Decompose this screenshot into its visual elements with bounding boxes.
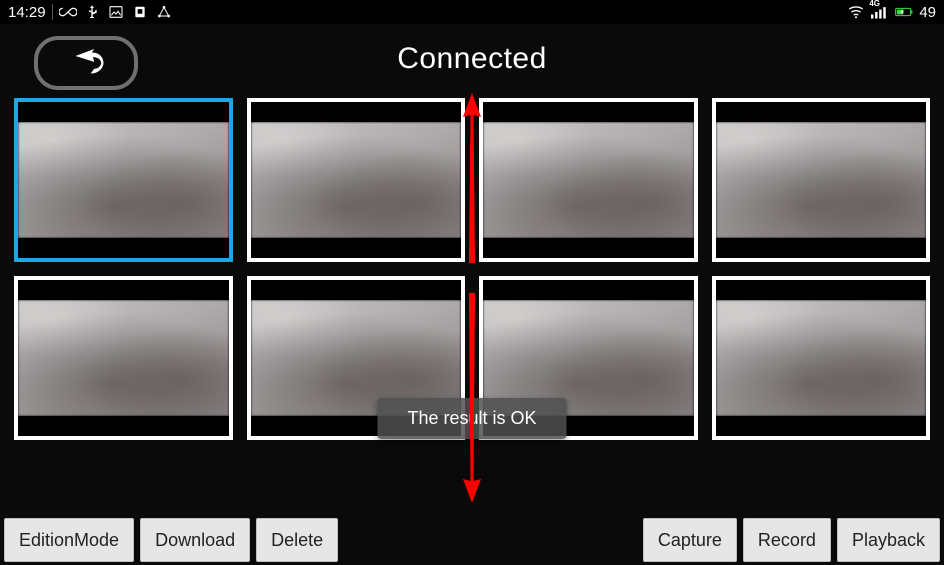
back-button[interactable] bbox=[34, 36, 138, 90]
battery-icon bbox=[895, 3, 913, 21]
capture-button[interactable]: Capture bbox=[643, 518, 737, 562]
status-battery: 49 bbox=[919, 4, 936, 21]
thumbnail[interactable] bbox=[247, 98, 466, 262]
thumbnail[interactable] bbox=[712, 98, 931, 262]
playback-button[interactable]: Playback bbox=[837, 518, 940, 562]
edition-mode-button[interactable]: EditionMode bbox=[4, 518, 134, 562]
download-button[interactable]: Download bbox=[140, 518, 250, 562]
thumbnail[interactable] bbox=[712, 276, 931, 440]
image-icon bbox=[107, 3, 125, 21]
bottom-toolbar: EditionMode Download Delete Capture Reco… bbox=[0, 515, 944, 565]
thumbnail-grid bbox=[0, 94, 944, 440]
bell-icon bbox=[131, 3, 149, 21]
wifi-icon bbox=[847, 3, 865, 21]
status-bar: 14:29 4G 49 bbox=[0, 0, 944, 24]
thumbnail[interactable] bbox=[479, 98, 698, 262]
thumbnail[interactable] bbox=[14, 276, 233, 440]
signal-icon: 4G bbox=[871, 3, 889, 21]
toast-message: The result is OK bbox=[377, 398, 566, 439]
usb-icon bbox=[83, 3, 101, 21]
delete-button[interactable]: Delete bbox=[256, 518, 338, 562]
toolbar-left-group: EditionMode Download Delete bbox=[4, 518, 338, 562]
back-arrow-icon bbox=[64, 49, 108, 77]
infinity-icon bbox=[59, 3, 77, 21]
header: Connected bbox=[0, 24, 944, 94]
toolbar-right-group: Capture Record Playback bbox=[643, 518, 940, 562]
thumbnail[interactable] bbox=[14, 98, 233, 262]
status-time: 14:29 bbox=[8, 4, 46, 21]
page-title: Connected bbox=[397, 42, 547, 76]
status-divider bbox=[52, 4, 53, 20]
record-button[interactable]: Record bbox=[743, 518, 831, 562]
share-icon bbox=[155, 3, 173, 21]
